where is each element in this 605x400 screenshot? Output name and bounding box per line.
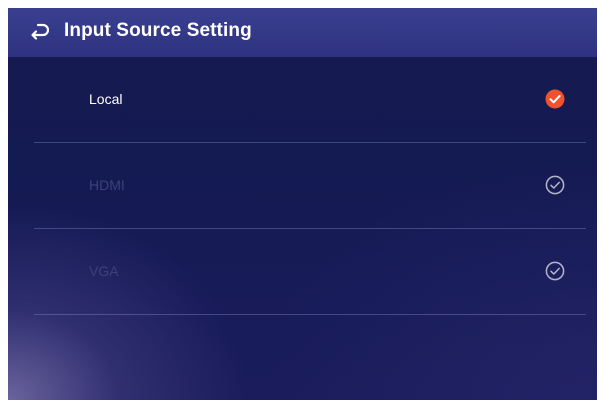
source-label: HDMI xyxy=(89,177,125,193)
source-label: Local xyxy=(89,91,123,107)
source-option-hdmi[interactable]: HDMI xyxy=(34,143,586,229)
source-option-local[interactable]: Local xyxy=(34,57,586,143)
selected-check-icon xyxy=(545,89,565,109)
header-bar: Input Source Setting xyxy=(8,8,597,57)
unselected-check-icon xyxy=(545,175,565,195)
source-option-vga[interactable]: VGA xyxy=(34,229,586,315)
back-arrow-icon[interactable] xyxy=(29,23,49,41)
unselected-check-icon xyxy=(545,261,565,281)
page-title: Input Source Setting xyxy=(64,20,252,41)
source-list: Local HDMI VGA xyxy=(34,57,586,315)
source-label: VGA xyxy=(89,263,119,279)
input-source-screen: Input Source Setting Local HDMI VGA xyxy=(8,8,597,400)
